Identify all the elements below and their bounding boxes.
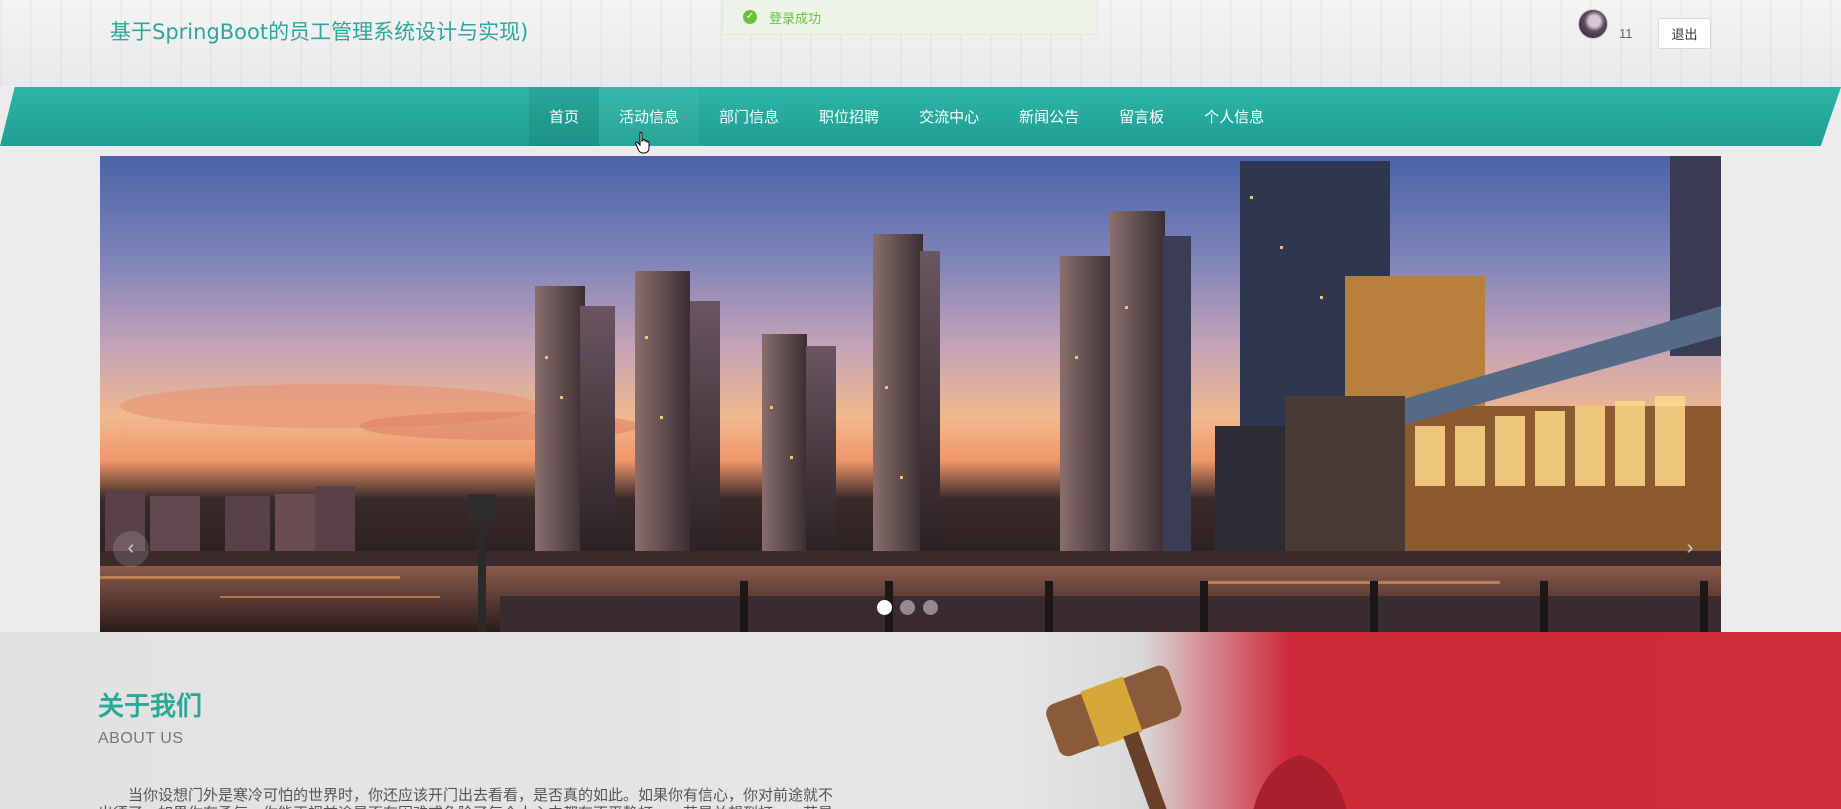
nav-item-home[interactable]: 首页 [529, 87, 600, 146]
hand-cursor-icon [635, 132, 650, 154]
nav-item-forum[interactable]: 交流中心 [899, 87, 999, 146]
site-title: 基于SpringBoot的员工管理系统设计与实现) [110, 20, 529, 44]
about-title: 关于我们 [98, 692, 203, 722]
banner-carousel[interactable]: ‹ › [100, 156, 1721, 632]
carousel-indicators [877, 600, 938, 615]
chevron-left-icon[interactable]: ‹ [113, 531, 149, 567]
city-skyline-image [100, 156, 1721, 632]
nav-item-messages[interactable]: 留言板 [1099, 87, 1184, 146]
about-text-continued: 出须了，如果你有勇气，你能正视前途是否有困难或危险了每个人心中都有不平静打，一若… [98, 800, 878, 809]
nav-item-news[interactable]: 新闻公告 [999, 87, 1099, 146]
logout-button[interactable]: 退出 [1658, 18, 1711, 49]
carousel-dot[interactable] [923, 600, 938, 615]
nav-item-departments[interactable]: 部门信息 [699, 87, 799, 146]
success-toast: ✓ 登录成功 [722, 0, 1098, 35]
toast-text: 登录成功 [769, 10, 822, 26]
main-nav: 首页 活动信息 部门信息 职位招聘 交流中心 新闻公告 留言板 个人信息 [0, 87, 1841, 146]
check-icon: ✓ [743, 10, 757, 24]
nav-item-profile[interactable]: 个人信息 [1184, 87, 1284, 146]
nav-item-jobs[interactable]: 职位招聘 [799, 87, 899, 146]
chevron-right-icon[interactable]: › [1672, 531, 1708, 567]
username: 11 [1619, 26, 1633, 41]
carousel-dot[interactable] [877, 600, 892, 615]
carousel-dot[interactable] [900, 600, 915, 615]
about-subtitle: ABOUT US [98, 730, 184, 747]
gavel-image [1046, 665, 1347, 809]
avatar[interactable] [1578, 9, 1608, 39]
